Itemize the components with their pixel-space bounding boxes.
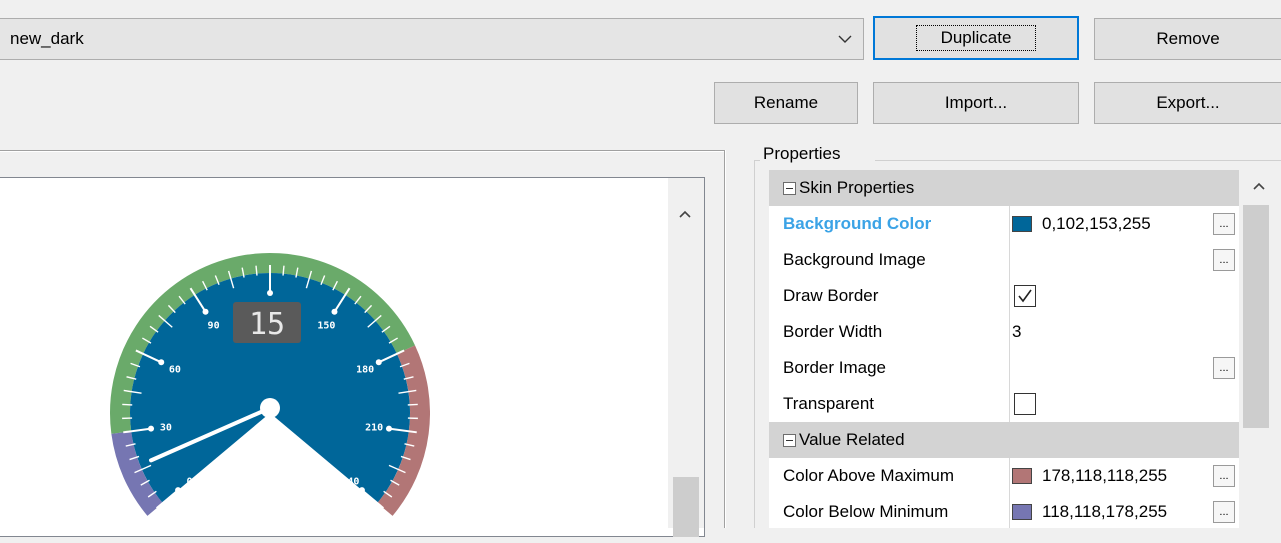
property-row-transparent[interactable]: Transparent xyxy=(769,386,1239,423)
properties-frame-left xyxy=(754,160,755,528)
gauge-tick-dot xyxy=(175,487,181,493)
category-label: Value Related xyxy=(799,430,905,450)
remove-button-label: Remove xyxy=(1156,29,1219,49)
property-value[interactable]: 118,118,178,255 xyxy=(1002,494,1239,528)
property-row-border-image[interactable]: Border Image ... xyxy=(769,350,1239,387)
property-value[interactable]: 178,118,118,255 xyxy=(1002,458,1239,494)
property-value-text: 118,118,178,255 xyxy=(1042,502,1167,522)
gauge-tick xyxy=(283,266,284,276)
remove-button[interactable]: Remove xyxy=(1094,18,1281,60)
property-name: Color Below Minimum xyxy=(775,494,1010,528)
preview-scroll-thumb[interactable] xyxy=(673,477,699,537)
gauge-tick-label: 90 xyxy=(208,320,220,331)
category-label: Skin Properties xyxy=(799,178,914,198)
duplicate-button-label: Duplicate xyxy=(916,25,1037,51)
scroll-up-arrow-icon[interactable] xyxy=(677,208,693,220)
skin-select[interactable]: new_dark xyxy=(0,18,864,60)
gauge-tick-label: 150 xyxy=(317,320,335,331)
gauge-tick-label: 180 xyxy=(356,365,374,376)
duplicate-button[interactable]: Duplicate xyxy=(873,16,1079,60)
property-value-text: 178,118,118,255 xyxy=(1042,466,1167,486)
chevron-down-icon[interactable] xyxy=(837,31,853,47)
property-name: Transparent xyxy=(775,386,1010,422)
property-name: Draw Border xyxy=(775,278,1010,314)
ellipsis-button[interactable]: ... xyxy=(1213,501,1235,523)
preview-panel: 0306090120150180210240 15 xyxy=(0,177,705,537)
import-button-label: Import... xyxy=(945,93,1007,113)
preview-vertical-scrollbar[interactable] xyxy=(668,178,704,528)
gauge-tick-label: 210 xyxy=(365,423,383,434)
color-swatch xyxy=(1012,468,1032,484)
property-row-background-image[interactable]: Background Image ... xyxy=(769,242,1239,279)
color-swatch xyxy=(1012,504,1032,520)
transparent-checkbox[interactable] xyxy=(1014,393,1036,415)
export-button-label: Export... xyxy=(1156,93,1219,113)
digital-display-value: 15 xyxy=(249,307,285,342)
properties-title: Properties xyxy=(760,144,843,164)
scroll-up-arrow-icon[interactable] xyxy=(1251,180,1267,192)
property-name: Border Width xyxy=(775,314,1010,350)
check-icon xyxy=(1015,286,1035,306)
gauge-tick xyxy=(122,404,132,405)
property-row-border-width[interactable]: Border Width 3 xyxy=(769,314,1239,351)
properties-frame-top-right xyxy=(875,160,1281,161)
properties-scroll-thumb[interactable] xyxy=(1243,205,1269,428)
ellipsis-button[interactable]: ... xyxy=(1213,357,1235,379)
property-value-text: 3 xyxy=(1012,322,1021,342)
gauge-tick-dot xyxy=(359,487,365,493)
gauge-tick-dot xyxy=(267,290,273,296)
property-value[interactable] xyxy=(1002,242,1239,278)
draw-border-checkbox[interactable] xyxy=(1014,285,1036,307)
rename-button-label: Rename xyxy=(754,93,818,113)
gauge-tick-label: 240 xyxy=(341,476,359,487)
property-grid[interactable]: Skin Properties Background Color 0,102,1… xyxy=(769,170,1239,528)
gauge-tick-dot xyxy=(148,426,154,432)
gauge-preview: 0306090120150180210240 15 xyxy=(100,213,430,543)
property-name: Border Image xyxy=(775,350,1010,386)
property-value[interactable] xyxy=(1002,350,1239,386)
gauge-tick-dot xyxy=(376,359,382,365)
property-value[interactable]: 3 xyxy=(1002,314,1239,350)
property-name: Background Image xyxy=(775,242,1010,278)
minus-box-icon[interactable] xyxy=(783,182,796,195)
minus-box-icon[interactable] xyxy=(783,434,796,447)
gauge-tick-label: 60 xyxy=(169,365,181,376)
property-value[interactable] xyxy=(1002,278,1239,314)
skin-select-value: new_dark xyxy=(10,29,84,49)
property-value-text: 0,102,153,255 xyxy=(1042,214,1151,234)
preview-frame-top xyxy=(0,150,726,152)
category-value-related[interactable]: Value Related xyxy=(769,422,1239,458)
color-swatch xyxy=(1012,216,1032,232)
ellipsis-button[interactable]: ... xyxy=(1213,465,1235,487)
property-row-color-below-minimum[interactable]: Color Below Minimum 118,118,178,255 ... xyxy=(769,494,1239,528)
gauge-tick-dot xyxy=(386,426,392,432)
import-button[interactable]: Import... xyxy=(873,82,1079,124)
gauge-tick-dot xyxy=(158,359,164,365)
gauge-tick xyxy=(408,404,418,405)
rename-button[interactable]: Rename xyxy=(714,82,858,124)
preview-frame-right xyxy=(724,150,726,528)
property-name: Background Color xyxy=(775,206,1010,242)
export-button[interactable]: Export... xyxy=(1094,82,1281,124)
ellipsis-button[interactable]: ... xyxy=(1213,213,1235,235)
category-skin-properties[interactable]: Skin Properties xyxy=(769,170,1239,206)
gauge-tick-dot xyxy=(203,309,209,315)
gauge-tick-dot xyxy=(331,309,337,315)
property-row-color-above-maximum[interactable]: Color Above Maximum 178,118,118,255 ... xyxy=(769,458,1239,495)
property-value[interactable] xyxy=(1002,386,1239,422)
gauge-tick xyxy=(256,266,257,276)
gauge-hub xyxy=(260,398,280,418)
property-value[interactable]: 0,102,153,255 xyxy=(1002,206,1239,242)
ellipsis-button[interactable]: ... xyxy=(1213,249,1235,271)
gauge-tick-label: 0 xyxy=(187,476,193,487)
property-row-draw-border[interactable]: Draw Border xyxy=(769,278,1239,315)
property-row-background-color[interactable]: Background Color 0,102,153,255 ... xyxy=(769,206,1239,243)
gauge-tick-label: 30 xyxy=(160,423,172,434)
property-name: Color Above Maximum xyxy=(775,458,1010,494)
